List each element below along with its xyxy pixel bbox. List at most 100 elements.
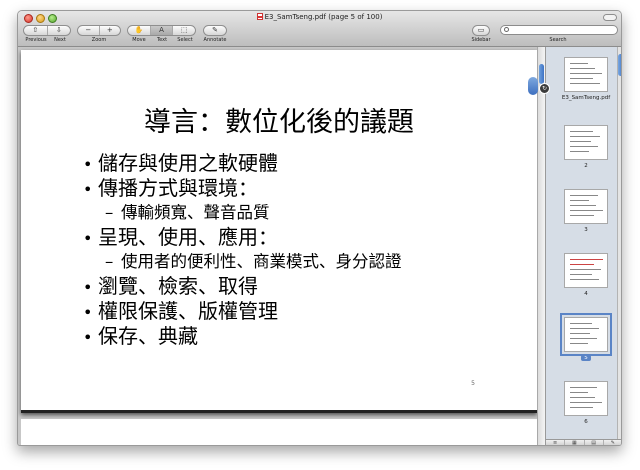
thumbnail-text-line: [570, 323, 592, 324]
marquee-icon: ⬚: [180, 26, 188, 34]
plus-icon: +: [106, 26, 113, 34]
thumbnail-text-line: [570, 83, 600, 84]
sidebar-thumbnail-view-button[interactable]: ▦: [565, 440, 585, 446]
page-number: 5: [471, 380, 475, 387]
thumbnail-text-line: [570, 73, 602, 74]
annotate-seg[interactable]: ✎: [204, 26, 226, 35]
arrow-up-icon: ⇧: [32, 26, 39, 34]
edit-icon: ✎: [610, 440, 615, 446]
pencil-icon: ✎: [212, 26, 218, 34]
grid-icon: ▦: [572, 440, 577, 446]
thumbnail-text-line: [570, 151, 589, 152]
thumbnail-item[interactable]: 5: [556, 313, 616, 361]
thumbnail-text-line: [570, 200, 589, 201]
thumbnail-text-line: [570, 259, 603, 260]
bullet-item: 呈現、使用、應用：: [83, 225, 402, 250]
thumbnail-item[interactable]: E3_SamTseng.pdf: [556, 57, 616, 101]
thumbnail-text-line: [570, 328, 599, 329]
thumbnail-text-line: [570, 210, 603, 211]
thumbnail-text-line: [570, 205, 596, 206]
thumbnail-text-line: [570, 279, 599, 280]
page-heading: 導言：數位化後的議題: [144, 107, 414, 138]
search-input[interactable]: [500, 25, 618, 35]
thumbnail-label: 2: [556, 163, 616, 169]
thumbnail-text-line: [570, 63, 588, 64]
sub-bullet-item: 傳輸頻寬、聲音品質: [83, 201, 402, 225]
thumbnail-label: 3: [556, 227, 616, 233]
thumbnail-page-preview: [564, 57, 608, 92]
sidebar-view-controls: ≡ ▦ ▤ ✎: [546, 439, 621, 446]
thumbnail-text-line: [570, 68, 595, 69]
zoom-control: − +: [77, 25, 121, 36]
thumbnail-label-text: 3: [584, 227, 588, 233]
thumbnail-text-line: [570, 146, 598, 147]
thumbnail-label: 6: [556, 419, 616, 425]
thumbnail-page-preview: [564, 381, 608, 416]
sidebar-grid-view-button[interactable]: ▤: [585, 440, 604, 446]
bullet-item: 儲存與使用之軟硬體: [83, 151, 402, 176]
sidebar-scroll-thumb[interactable]: [618, 54, 621, 76]
sidebar-toggle-button[interactable]: ▭: [472, 25, 490, 36]
search-label: Search: [549, 37, 567, 43]
thumbnail-text-line: [570, 343, 588, 344]
thumbnail-item[interactable]: 2: [556, 125, 616, 169]
thumbnail-text-line: [570, 274, 592, 275]
thumbnail-sidebar: E3_SamTseng.pdf 2 3 4 5 6 ≡ ▦ ▤ ✎: [545, 47, 621, 446]
thumbnail-page-preview: [564, 125, 608, 160]
title-bar: E3_SamTseng.pdf (page 5 of 100) ⇧ ⇩ Prev…: [18, 11, 621, 47]
sub-bullet-item: 使用者的便利性、商業模式、身分認證: [83, 250, 402, 274]
page-indicator-icon: ↻: [539, 83, 550, 94]
sidebar-toggle-seg[interactable]: ▭: [473, 26, 489, 35]
next-label: Next: [54, 37, 66, 43]
document-scrollbar[interactable]: [537, 47, 545, 445]
sidebar-icon: ▭: [477, 26, 485, 34]
thumbnail-text-line: [570, 141, 591, 142]
thumbnail-label-text: 4: [584, 291, 588, 297]
previous-next-control: ⇧ ⇩: [23, 25, 71, 36]
zoom-out-button[interactable]: −: [78, 26, 100, 35]
previous-button[interactable]: ⇧: [24, 26, 48, 35]
tiles-icon: ▤: [591, 440, 596, 446]
list-icon: ≡: [553, 440, 558, 446]
thumbnail-label-text: 6: [584, 419, 588, 425]
thumbnail-label-text: 2: [584, 163, 588, 169]
thumbnail-text-line: [570, 333, 590, 334]
thumbnail-text-line: [570, 402, 602, 403]
thumbnail-text-line: [570, 78, 593, 79]
text-tool-button[interactable]: A: [150, 26, 174, 35]
next-button[interactable]: ⇩: [48, 26, 71, 35]
bullet-item: 權限保護、版權管理: [83, 299, 402, 324]
move-tool-button[interactable]: ✋: [128, 26, 151, 35]
select-tool-button[interactable]: ⬚: [173, 26, 195, 35]
next-pdf-page: [21, 419, 537, 445]
window-title-text: E3_SamTseng.pdf (page 5 of 100): [264, 13, 383, 21]
document-scroll-thumb[interactable]: [539, 64, 544, 84]
window-title: E3_SamTseng.pdf (page 5 of 100): [18, 13, 621, 21]
document-view[interactable]: 導言：數位化後的議題 儲存與使用之軟硬體傳播方式與環境：傳輸頻寬、聲音品質呈現、…: [18, 47, 537, 445]
select-label: Select: [177, 37, 193, 43]
text-cursor-icon: A: [159, 26, 164, 34]
thumbnail-label: 4: [556, 291, 616, 297]
preview-window: E3_SamTseng.pdf (page 5 of 100) ⇧ ⇩ Prev…: [17, 10, 622, 446]
sidebar-scrollbar[interactable]: [617, 47, 621, 439]
thumbnail-page-preview: [564, 189, 608, 224]
zoom-in-button[interactable]: +: [100, 26, 121, 35]
bullet-item: 保存、典藏: [83, 324, 402, 349]
sidebar-list-view-button[interactable]: ≡: [546, 440, 566, 446]
sidebar-edit-button[interactable]: ✎: [604, 440, 621, 446]
tool-mode-control: ✋ A ⬚: [127, 25, 196, 36]
thumbnail-label-text: 5: [581, 355, 591, 361]
thumbnail-item[interactable]: 6: [556, 381, 616, 425]
thumbnail-page-preview: [564, 253, 608, 288]
thumbnail-page-preview: [560, 313, 612, 356]
thumbnail-text-line: [570, 397, 595, 398]
bullet-list: 儲存與使用之軟硬體傳播方式與環境：傳輸頻寬、聲音品質呈現、使用、應用：使用者的便…: [83, 151, 402, 349]
thumbnail-text-line: [570, 215, 594, 216]
annotate-button[interactable]: ✎: [203, 25, 227, 36]
thumbnail-text-line: [570, 407, 593, 408]
thumbnail-label-text: E3_SamTseng.pdf: [561, 95, 611, 101]
minus-icon: −: [85, 26, 92, 34]
thumbnail-item[interactable]: 4: [556, 253, 616, 297]
thumbnail-item[interactable]: 3: [556, 189, 616, 233]
pdf-document-icon: [256, 13, 263, 20]
